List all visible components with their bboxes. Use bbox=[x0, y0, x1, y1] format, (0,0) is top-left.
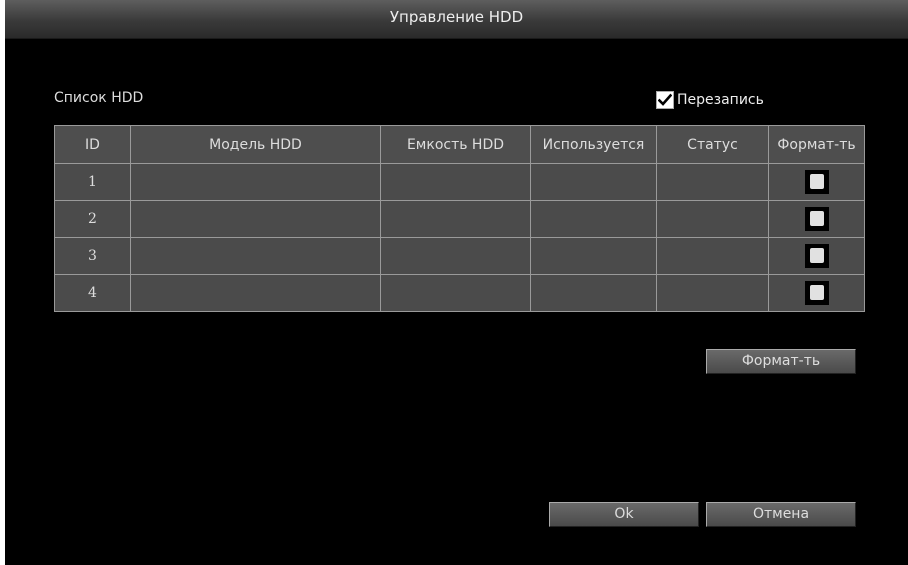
row-used bbox=[530, 163, 657, 201]
format-checkbox[interactable] bbox=[804, 244, 829, 268]
column-header-id: ID bbox=[54, 125, 131, 164]
cancel-button[interactable]: Отмена bbox=[706, 502, 856, 527]
hdd-table: ID Модель HDD Емкость HDD Используется С… bbox=[54, 125, 865, 312]
row-model bbox=[130, 237, 381, 275]
row-format-cell bbox=[768, 237, 865, 275]
row-model bbox=[130, 200, 381, 238]
dialog-title: Управление HDD bbox=[389, 8, 524, 26]
row-model bbox=[130, 163, 381, 201]
row-used bbox=[530, 274, 657, 312]
table-row[interactable]: 1 bbox=[54, 163, 865, 201]
row-status bbox=[656, 200, 769, 238]
row-capacity bbox=[380, 163, 531, 201]
column-header-status: Статус bbox=[656, 125, 769, 164]
row-format-cell bbox=[768, 274, 865, 312]
checkbox-unchecked-icon bbox=[809, 285, 824, 300]
column-header-capacity: Емкость HDD bbox=[380, 125, 531, 164]
title-bar: Управление HDD bbox=[5, 0, 908, 39]
format-checkbox[interactable] bbox=[804, 207, 829, 231]
row-status bbox=[656, 274, 769, 312]
row-id: 2 bbox=[54, 200, 131, 238]
row-status bbox=[656, 237, 769, 275]
row-status bbox=[656, 163, 769, 201]
format-checkbox[interactable] bbox=[804, 170, 829, 194]
row-format-cell bbox=[768, 200, 865, 238]
row-id: 3 bbox=[54, 237, 131, 275]
column-header-model: Модель HDD bbox=[130, 125, 381, 164]
checkbox-unchecked-icon bbox=[809, 248, 824, 263]
hdd-list-label: Список HDD bbox=[54, 90, 144, 106]
table-row[interactable]: 4 bbox=[54, 274, 865, 312]
table-row[interactable]: 3 bbox=[54, 237, 865, 275]
format-checkbox[interactable] bbox=[804, 281, 829, 305]
row-used bbox=[530, 200, 657, 238]
row-model bbox=[130, 274, 381, 312]
row-used bbox=[530, 237, 657, 275]
format-button[interactable]: Формат-ть bbox=[706, 349, 856, 374]
table-row[interactable]: 2 bbox=[54, 200, 865, 238]
row-format-cell bbox=[768, 163, 865, 201]
row-capacity bbox=[380, 274, 531, 312]
column-header-format: Формат-ть bbox=[768, 125, 865, 164]
hdd-management-dialog: Управление HDD Список HDD Перезапись ID … bbox=[5, 0, 908, 565]
row-capacity bbox=[380, 200, 531, 238]
column-header-used: Используется bbox=[530, 125, 657, 164]
row-capacity bbox=[380, 237, 531, 275]
checkbox-checked-icon[interactable] bbox=[656, 91, 674, 109]
row-id: 1 bbox=[54, 163, 131, 201]
overwrite-label: Перезапись bbox=[677, 92, 764, 108]
overwrite-checkbox[interactable]: Перезапись bbox=[656, 90, 764, 110]
checkbox-unchecked-icon bbox=[809, 174, 824, 189]
ok-button[interactable]: Ok bbox=[549, 502, 699, 527]
checkbox-unchecked-icon bbox=[809, 211, 824, 226]
table-header-row: ID Модель HDD Емкость HDD Используется С… bbox=[54, 125, 865, 164]
row-id: 4 bbox=[54, 274, 131, 312]
